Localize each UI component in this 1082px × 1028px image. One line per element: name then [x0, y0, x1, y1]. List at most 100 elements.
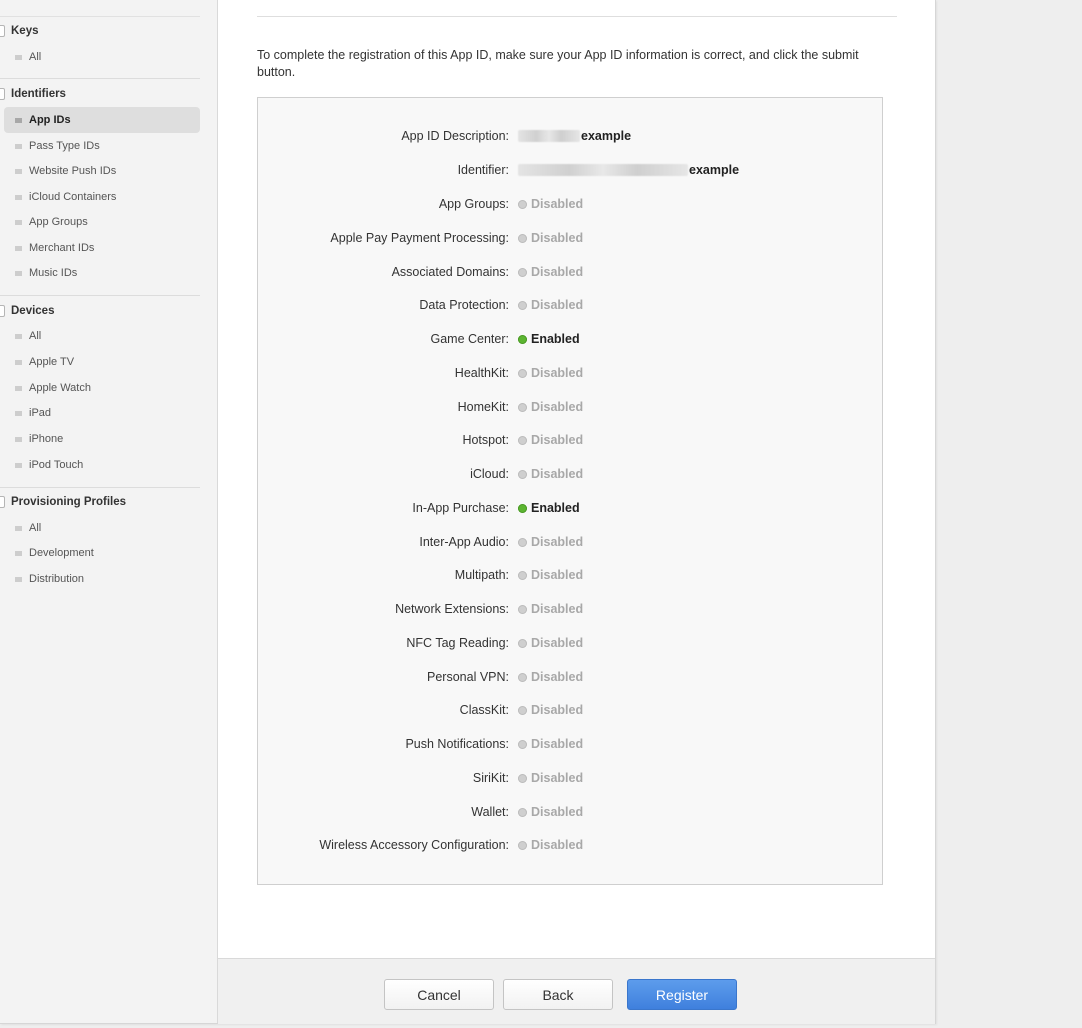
cancel-button[interactable]: Cancel: [384, 979, 494, 1010]
detail-label: App ID Description:: [401, 129, 509, 143]
intro-text: To complete the registration of this App…: [257, 48, 859, 79]
capability-status-text: Disabled: [531, 298, 584, 312]
sidebar-item-ipod-touch[interactable]: iPod Touch: [4, 452, 200, 478]
section-header-keys: Keys: [0, 22, 39, 40]
sidebar-item-app-groups[interactable]: App Groups: [4, 209, 200, 235]
detail-label: Identifier:: [457, 163, 509, 177]
bullet-icon: [15, 194, 22, 200]
capability-row: Apple Pay Payment Processing: Disabled: [258, 228, 882, 248]
disabled-status-icon: [518, 570, 527, 580]
sidebar-item-distribution[interactable]: Distribution: [4, 566, 200, 592]
capability-label: Inter-App Audio:: [419, 535, 509, 549]
capability-label: Push Notifications:: [405, 737, 509, 751]
capability-label: In-App Purchase:: [412, 501, 509, 515]
sidebar-item-label: Music IDs: [29, 267, 78, 279]
section-divider: [0, 487, 200, 488]
capability-label: Wireless Accessory Configuration:: [319, 838, 509, 852]
sidebar-item-label: Website Push IDs: [29, 165, 117, 177]
disabled-status-icon: [518, 773, 527, 783]
sidebar-item-development[interactable]: Development: [4, 540, 200, 566]
bullet-icon: [15, 333, 22, 339]
capability-status-text: Disabled: [531, 400, 584, 414]
capability-status-text: Disabled: [531, 366, 584, 380]
sidebar-item-label: Merchant IDs: [29, 242, 95, 254]
capability-row: NFC Tag Reading: Disabled: [258, 633, 882, 653]
footer-bar: Cancel Back Register: [218, 958, 935, 1024]
sidebar-item-icloud-containers[interactable]: iCloud Containers: [4, 184, 200, 210]
capability-label: Game Center:: [430, 332, 509, 346]
sidebar-item-label: iPad: [29, 407, 52, 419]
register-button[interactable]: Register: [627, 979, 737, 1010]
disabled-status-icon: [518, 435, 527, 445]
capability-status: Enabled: [518, 498, 580, 518]
capability-status: Disabled: [518, 363, 583, 383]
capability-row: Game Center: Enabled: [258, 329, 882, 349]
disabled-status-icon: [518, 672, 527, 682]
section-title: Provisioning Profiles: [11, 496, 127, 508]
capability-label: Data Protection:: [419, 298, 509, 312]
section-divider: [0, 295, 200, 296]
capability-label: NFC Tag Reading:: [406, 636, 509, 650]
section-title: Devices: [11, 305, 55, 317]
capability-row: Data Protection: Disabled: [258, 295, 882, 315]
back-button[interactable]: Back: [503, 979, 613, 1010]
disabled-status-icon: [518, 402, 527, 412]
sidebar-item-merchant-ids[interactable]: Merchant IDs: [4, 235, 200, 261]
sidebar-item-label: All: [29, 51, 42, 63]
sidebar-item-website-push-ids[interactable]: Website Push IDs: [4, 158, 200, 184]
disabled-status-icon: [518, 368, 527, 378]
sidebar-item-apple-tv[interactable]: Apple TV: [4, 349, 200, 375]
capability-row: Wallet: Disabled: [258, 802, 882, 822]
sidebar-item-label: Apple TV: [29, 356, 75, 368]
bullet-icon: [15, 270, 22, 276]
sidebar-item-keys-all[interactable]: All: [4, 44, 200, 70]
capability-status: Disabled: [518, 667, 583, 687]
bullet-icon: [15, 219, 22, 225]
detail-value: example: [518, 126, 631, 146]
capability-row: SiriKit: Disabled: [258, 768, 882, 788]
device-icon: [0, 305, 5, 317]
capability-status-text: Disabled: [531, 602, 584, 616]
sidebar-top-divider: [0, 16, 200, 17]
capability-label: iCloud:: [470, 467, 509, 481]
capability-row: Push Notifications: Disabled: [258, 734, 882, 754]
capability-status: Disabled: [518, 835, 583, 855]
sidebar-item-ipad[interactable]: iPad: [4, 400, 200, 426]
disabled-status-icon: [518, 705, 527, 715]
capability-status-text: Disabled: [531, 467, 584, 481]
capability-label: App Groups:: [438, 197, 509, 211]
identifier-icon: [0, 88, 5, 100]
sidebar-item-pass-type-ids[interactable]: Pass Type IDs: [4, 133, 200, 159]
section-title: Keys: [11, 25, 39, 37]
bullet-icon: [15, 245, 22, 251]
capability-status-text: Disabled: [531, 805, 584, 819]
sidebar-item-music-ids[interactable]: Music IDs: [4, 260, 200, 286]
sidebar-item-label: iPod Touch: [29, 459, 84, 471]
sidebar-item-label: iCloud Containers: [29, 191, 117, 203]
sidebar-item-devices-all[interactable]: All: [4, 323, 200, 349]
sidebar-item-iphone[interactable]: iPhone: [4, 426, 200, 452]
capability-status-text: Disabled: [531, 568, 584, 582]
sidebar-item-label: All: [29, 330, 42, 342]
capability-status-text: Disabled: [531, 703, 584, 717]
capability-status: Disabled: [518, 802, 583, 822]
bullet-icon: [15, 117, 22, 123]
capability-label: HealthKit:: [454, 366, 509, 380]
detail-value: example: [518, 160, 739, 180]
sidebar-item-app-ids[interactable]: App IDs: [4, 107, 200, 133]
section-header-provisioning-profiles: Provisioning Profiles: [0, 493, 126, 511]
sidebar-item-label: Pass Type IDs: [29, 140, 100, 152]
section-divider: [0, 78, 200, 79]
capability-row: App Groups: Disabled: [258, 194, 882, 214]
capability-status: Disabled: [518, 700, 583, 720]
capability-status: Disabled: [518, 430, 583, 450]
sidebar-item-label: App Groups: [29, 216, 88, 228]
sidebar-item-apple-watch[interactable]: Apple Watch: [4, 375, 200, 401]
enabled-status-icon: [518, 334, 527, 344]
capability-row: Personal VPN: Disabled: [258, 667, 882, 687]
capability-status-text: Disabled: [531, 737, 584, 751]
capability-label: Wallet:: [471, 805, 509, 819]
sidebar-item-profiles-all[interactable]: All: [4, 515, 200, 541]
sidebar-item-label: All: [29, 522, 42, 534]
disabled-status-icon: [518, 604, 527, 614]
